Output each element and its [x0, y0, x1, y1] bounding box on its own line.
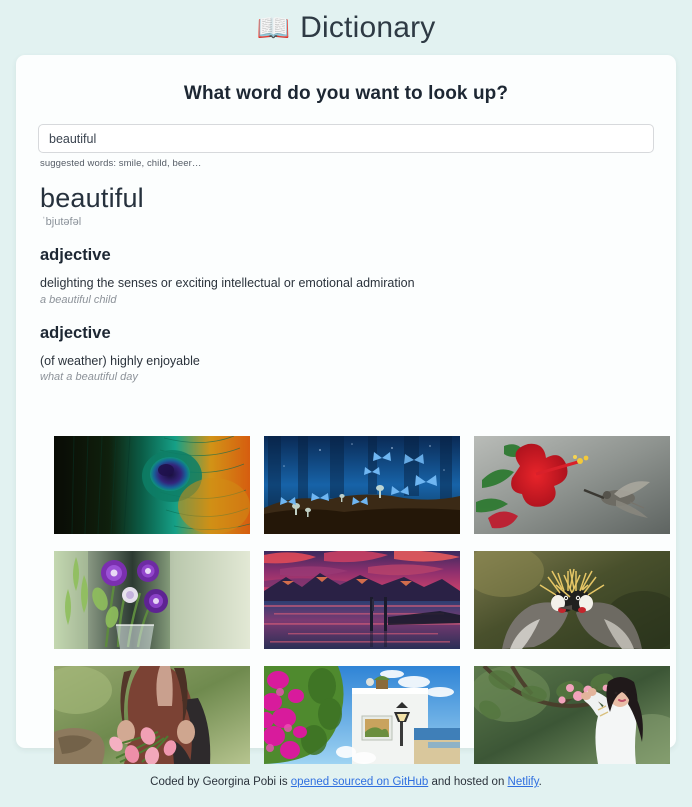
- example-text: what a beautiful day: [40, 371, 138, 384]
- photo-thumbnail[interactable]: [264, 551, 460, 649]
- search-form: suggested words: smile, child, beer…: [38, 124, 654, 169]
- photo-thumbnail[interactable]: [474, 666, 670, 764]
- suggested-words-hint: suggested words: smile, child, beer…: [40, 158, 202, 169]
- footer-text-before: Coded by Georgina Pobi is: [150, 776, 291, 788]
- definition-text: (of weather) highly enjoyable: [40, 353, 200, 368]
- lookup-heading: What word do you want to look up?: [183, 83, 509, 104]
- site-footer: Coded by Georgina Pobi is opened sourced…: [0, 776, 692, 788]
- results-section: beautiful ˈbjutəfəl adjective delighting…: [38, 183, 654, 383]
- purple-flowers-vase-image: [54, 551, 250, 649]
- dictionary-app: 📖 Dictionary What word do you want to lo…: [0, 0, 692, 807]
- footer-text-after: .: [538, 776, 542, 788]
- mediterranean-house-image: [264, 666, 460, 764]
- photo-thumbnail[interactable]: [54, 551, 250, 649]
- github-link[interactable]: opened sourced on GitHub: [291, 776, 428, 788]
- crowned-cranes-image: [474, 551, 670, 649]
- app-header: 📖 Dictionary: [0, 0, 692, 55]
- meaning-entry: adjective delighting the senses or excit…: [40, 246, 654, 306]
- part-of-speech: adjective: [40, 246, 111, 264]
- hibiscus-hummingbird-image: [474, 436, 670, 534]
- photo-thumbnail[interactable]: [474, 436, 670, 534]
- woman-with-tulips-image: [54, 666, 250, 764]
- photo-thumbnail[interactable]: [474, 551, 670, 649]
- netlify-link[interactable]: Netlify: [508, 776, 539, 788]
- open-book-icon: 📖: [256, 13, 291, 43]
- woman-with-blossoms-image: [474, 666, 670, 764]
- photo-grid: [54, 436, 670, 764]
- result-word: beautiful: [40, 183, 144, 213]
- photo-thumbnail[interactable]: [54, 436, 250, 534]
- example-text: a beautiful child: [40, 293, 117, 306]
- part-of-speech: adjective: [40, 323, 111, 342]
- peacock-feather-image: [54, 436, 250, 534]
- photo-thumbnail[interactable]: [264, 436, 460, 534]
- photo-thumbnail[interactable]: [54, 666, 250, 764]
- definition-text: delighting the senses or exciting intell…: [40, 276, 415, 290]
- page-title: Dictionary: [300, 10, 436, 44]
- main-card: What word do you want to look up? sugges…: [16, 55, 676, 764]
- sunset-lake-dock-image: [264, 551, 460, 649]
- photo-thumbnail[interactable]: [264, 666, 460, 764]
- blue-butterflies-image: [264, 436, 460, 534]
- search-input[interactable]: [38, 124, 654, 153]
- result-phonetic: ˈbjutəfəl: [42, 216, 82, 228]
- footer-text-middle: and hosted on: [428, 776, 508, 788]
- meaning-entry: adjective (of weather) highly enjoyable …: [40, 324, 654, 384]
